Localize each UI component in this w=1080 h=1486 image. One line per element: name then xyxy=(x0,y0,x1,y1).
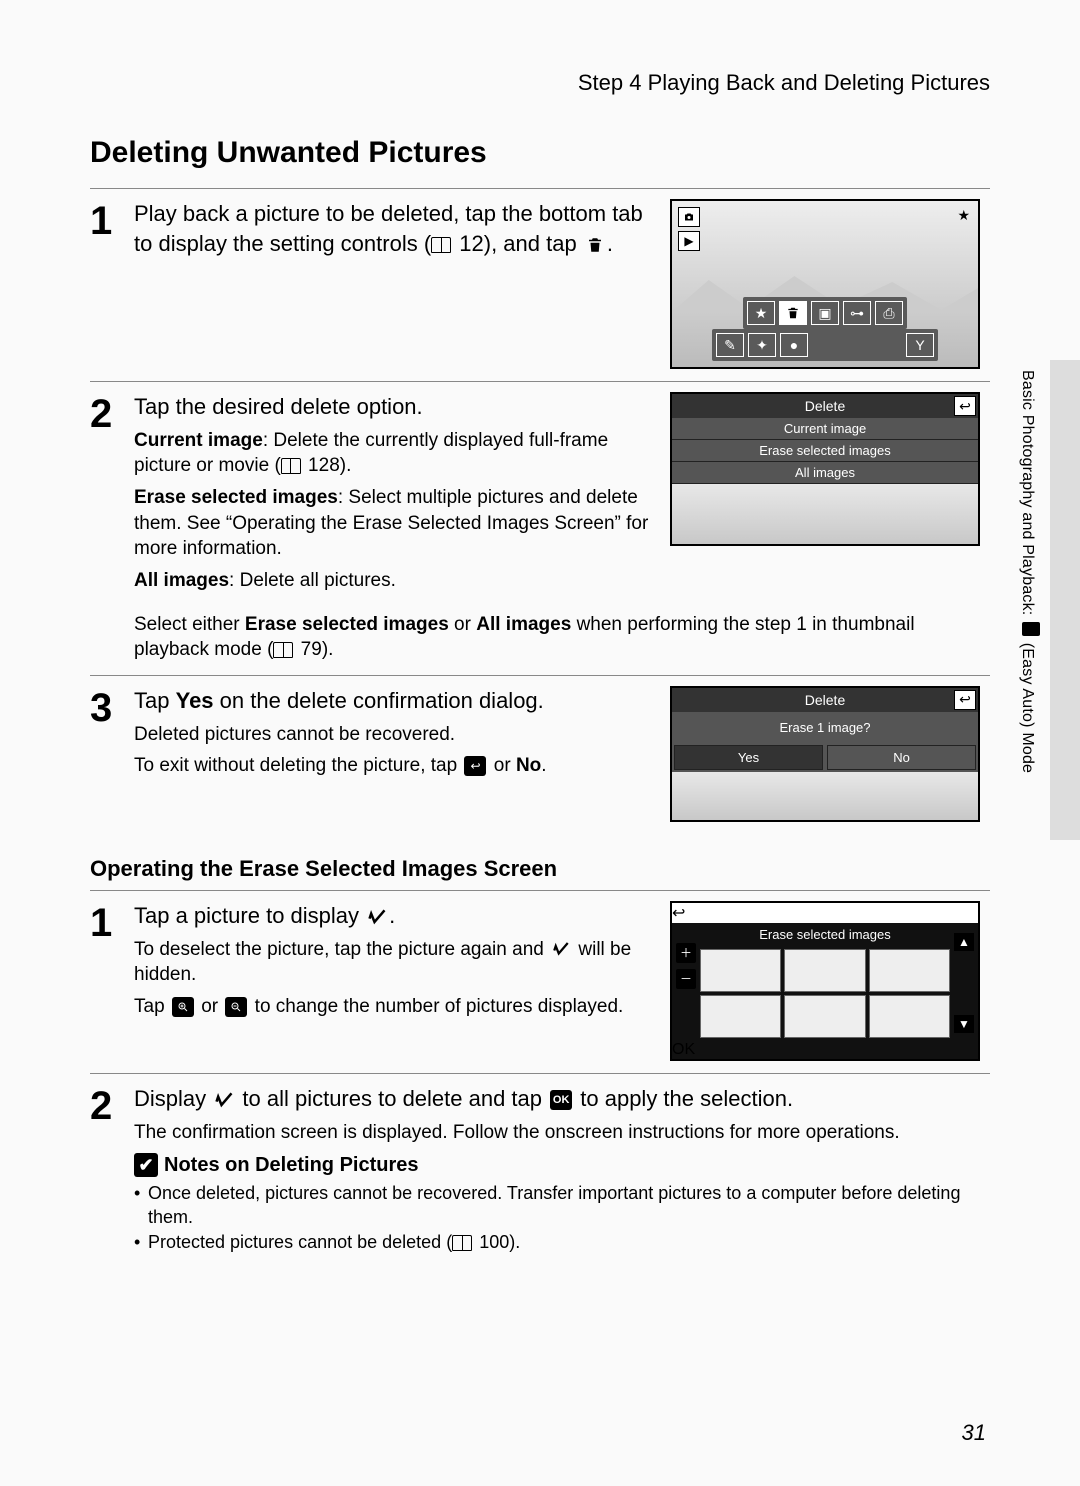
fav-icon: ★ xyxy=(747,301,775,325)
note-item: Once deleted, pictures cannot be recover… xyxy=(134,1181,990,1230)
settings-icon: Y xyxy=(906,333,934,357)
caution-icon: ✔ xyxy=(134,1153,158,1177)
check-icon xyxy=(367,908,387,926)
subsection-title: Operating the Erase Selected Images Scre… xyxy=(90,856,990,882)
step-number: 3 xyxy=(90,686,134,822)
step-lead: Tap Yes on the delete confirmation dialo… xyxy=(134,686,652,716)
protect-icon: ⊶ xyxy=(843,301,871,325)
illustration-delete-confirm: ↩ Delete Erase 1 image? Yes No xyxy=(670,686,980,822)
step-lead: Display to all pictures to delete and ta… xyxy=(134,1084,990,1114)
note-item: Protected pictures cannot be deleted ( 1… xyxy=(134,1230,990,1254)
check-icon xyxy=(551,940,571,958)
play-mode-icon: ▶ xyxy=(678,231,700,251)
draw-icon: ✎ xyxy=(716,333,744,357)
slideshow-icon: ▣ xyxy=(811,301,839,325)
back-icon: ↩ xyxy=(464,756,486,776)
manual-ref-icon xyxy=(273,642,295,658)
trash-icon xyxy=(585,236,605,254)
step-number: 1 xyxy=(90,199,134,369)
retouch-icon: ✦ xyxy=(748,333,776,357)
zoom-out-icon xyxy=(225,997,247,1017)
step-number: 2 xyxy=(90,392,134,594)
scroll-up-icon: ▲ xyxy=(954,933,974,951)
step-lead: Tap a picture to display . xyxy=(134,901,652,931)
ok-button-icon: OK xyxy=(672,1041,978,1059)
illustration-playback: ★ ▶ ★ ▣ ⊶ ⎙ ✎ ✦ xyxy=(670,199,980,369)
camera-mode-icon xyxy=(678,207,700,227)
zoom-out-icon: － xyxy=(676,969,696,989)
trash-icon xyxy=(779,301,807,325)
step-lead: Tap the desired delete option. xyxy=(134,392,652,422)
manual-ref-icon xyxy=(281,458,303,474)
running-head: Step 4 Playing Back and Deleting Picture… xyxy=(90,70,990,96)
page-number: 31 xyxy=(962,1420,986,1446)
step-number: 2 xyxy=(90,1084,134,1254)
ok-icon: OK xyxy=(550,1090,572,1110)
back-icon: ↩ xyxy=(954,396,976,416)
back-icon: ↩ xyxy=(954,690,976,710)
illustration-erase-selected: ↩ Erase selected images ＋ － ▲ ▼ OK xyxy=(670,901,980,1061)
voice-icon: ● xyxy=(780,333,808,357)
check-icon xyxy=(214,1091,234,1109)
illustration-delete-menu: ↩ Delete Current image Erase selected im… xyxy=(670,392,980,546)
zoom-in-icon xyxy=(172,997,194,1017)
page-title: Deleting Unwanted Pictures xyxy=(90,136,990,170)
notes-heading: ✔ Notes on Deleting Pictures xyxy=(134,1153,990,1177)
print-icon: ⎙ xyxy=(875,301,903,325)
step-number: 1 xyxy=(90,901,134,1061)
scroll-down-icon: ▼ xyxy=(954,1015,974,1033)
back-icon: ↩ xyxy=(672,903,978,923)
manual-ref-icon xyxy=(452,1235,474,1251)
zoom-in-icon: ＋ xyxy=(676,943,696,963)
manual-ref-icon xyxy=(431,237,453,253)
star-icon: ★ xyxy=(957,207,970,224)
step-lead: Play back a picture to be deleted, tap t… xyxy=(134,199,652,258)
